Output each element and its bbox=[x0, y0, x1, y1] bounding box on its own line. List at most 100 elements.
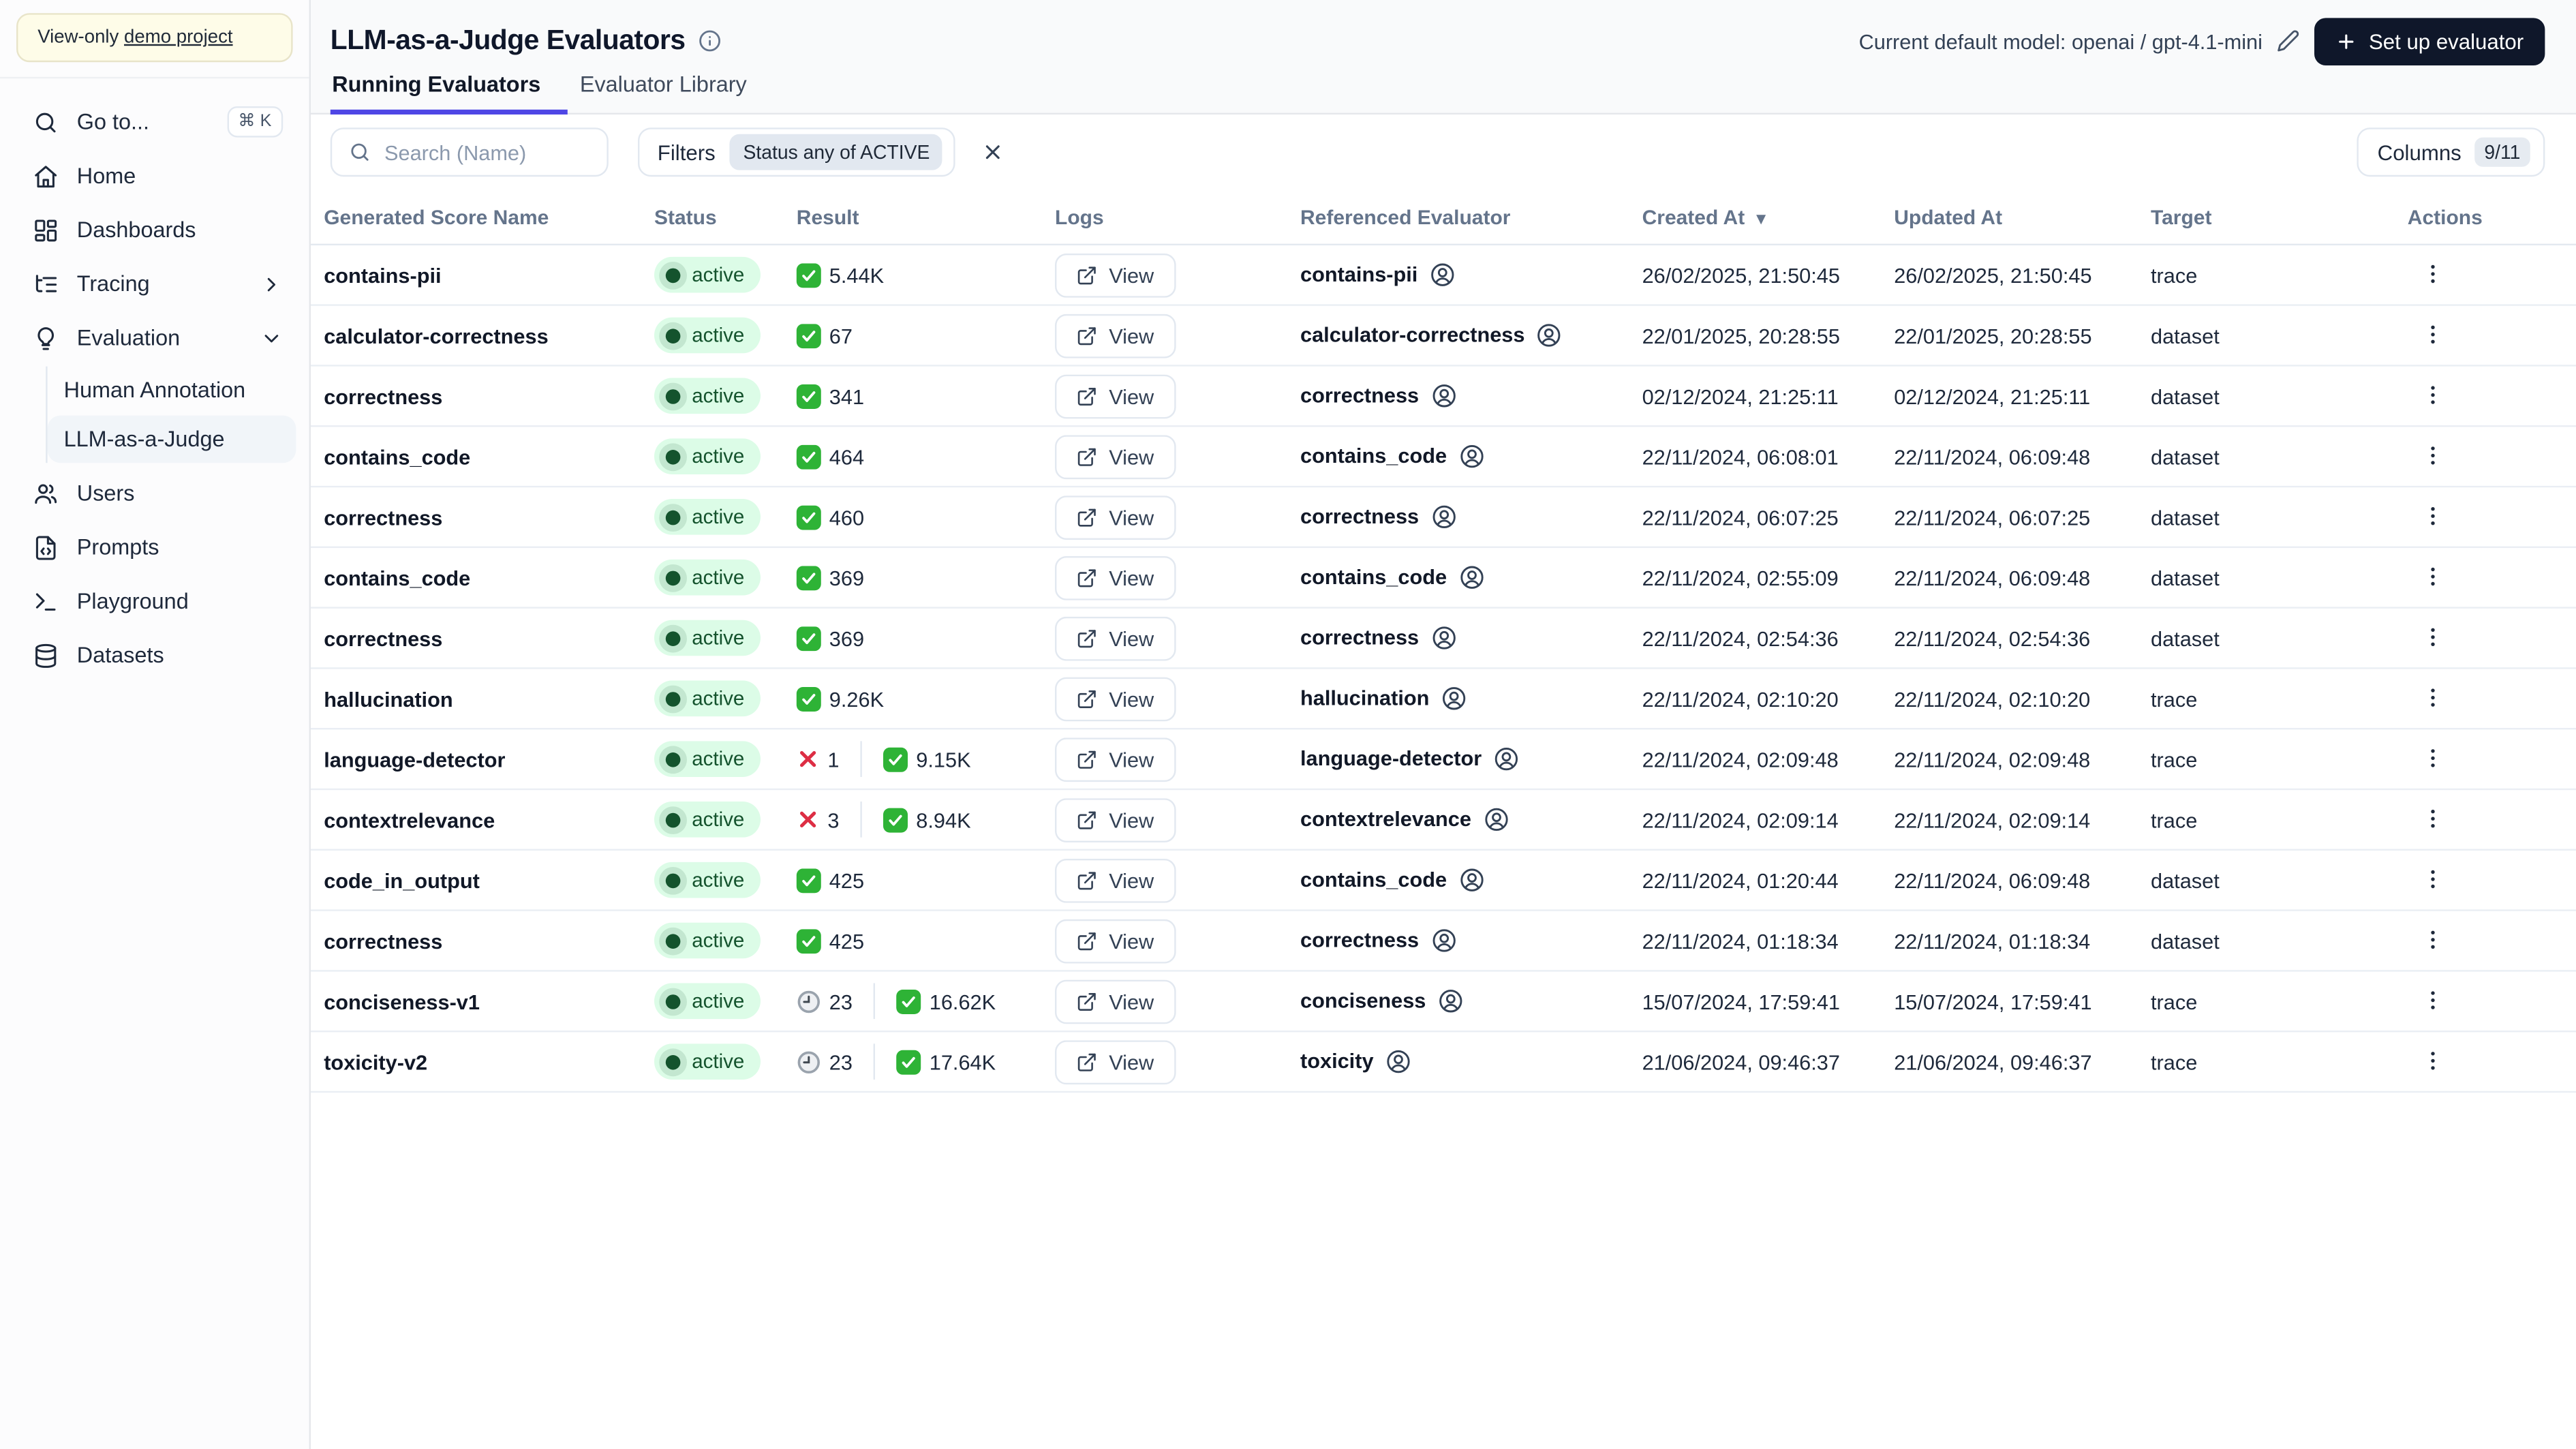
referenced-evaluator[interactable]: language-detector bbox=[1300, 745, 1519, 771]
row-actions-menu-button[interactable] bbox=[2411, 498, 2455, 535]
edit-model-icon[interactable] bbox=[2278, 29, 2301, 52]
row-actions-menu-button[interactable] bbox=[2411, 739, 2455, 777]
referenced-evaluator[interactable]: contains-pii bbox=[1300, 261, 1456, 287]
success-check-icon bbox=[896, 1049, 921, 1074]
view-logs-button[interactable]: View bbox=[1055, 434, 1176, 478]
sidebar-item-users[interactable]: Users bbox=[13, 466, 296, 520]
info-icon[interactable] bbox=[699, 29, 722, 52]
referenced-evaluator[interactable]: toxicity bbox=[1300, 1048, 1411, 1073]
status-cell: active bbox=[641, 1043, 784, 1080]
table-row[interactable]: correctness active 369 View correctness 22/11… bbox=[311, 609, 2576, 669]
table-row[interactable]: toxicity-v2 active 23 17.64K View toxicity 21/… bbox=[311, 1032, 2576, 1093]
referenced-evaluator[interactable]: correctness bbox=[1300, 927, 1456, 953]
referenced-evaluator[interactable]: correctness bbox=[1300, 624, 1456, 650]
result-success: 369 bbox=[796, 626, 864, 651]
tab-running-evaluators[interactable]: Running Evaluators bbox=[330, 69, 567, 115]
view-logs-button[interactable]: View bbox=[1055, 1039, 1176, 1084]
view-logs-button[interactable]: View bbox=[1055, 555, 1176, 600]
table-row[interactable]: contains-pii active 5.44K View contains-pii 2… bbox=[311, 245, 2576, 306]
row-actions-menu-button[interactable] bbox=[2411, 558, 2455, 595]
table-row[interactable]: conciseness-v1 active 23 16.62K View concisen… bbox=[311, 972, 2576, 1033]
view-logs-button[interactable]: View bbox=[1055, 918, 1176, 963]
view-logs-button[interactable]: View bbox=[1055, 313, 1176, 358]
referenced-evaluator[interactable]: calculator-correctness bbox=[1300, 322, 1563, 348]
table-row[interactable]: calculator-correctness active 67 View calcul… bbox=[311, 306, 2576, 367]
row-actions-menu-button[interactable] bbox=[2411, 800, 2455, 838]
view-logs-button[interactable]: View bbox=[1055, 857, 1176, 902]
status-badge: active bbox=[654, 680, 761, 717]
referenced-evaluator[interactable]: hallucination bbox=[1300, 684, 1467, 710]
tab-evaluator-library[interactable]: Evaluator Library bbox=[578, 69, 773, 113]
clear-filters-button[interactable] bbox=[976, 134, 1012, 170]
referenced-evaluator[interactable]: correctness bbox=[1300, 503, 1456, 529]
sidebar-item-prompts[interactable]: Prompts bbox=[13, 520, 296, 574]
tracing-icon bbox=[33, 271, 59, 296]
referenced-evaluator[interactable]: contains_code bbox=[1300, 866, 1484, 892]
table-row[interactable]: contains_code active 369 View contains_code 2… bbox=[311, 548, 2576, 609]
view-logs-button[interactable]: View bbox=[1055, 797, 1176, 842]
referenced-evaluator[interactable]: contains_code bbox=[1300, 564, 1484, 590]
sidebar-item-home[interactable]: Home bbox=[13, 149, 296, 202]
result-error: 3 bbox=[797, 807, 840, 832]
search-input[interactable] bbox=[384, 140, 591, 165]
table-row[interactable]: correctness active 460 View correctness 22/11… bbox=[311, 487, 2576, 549]
table-row[interactable]: code_in_output active 425 View contains_code… bbox=[311, 851, 2576, 911]
score-name: contains-pii bbox=[324, 262, 442, 288]
table-row[interactable]: correctness active 341 View correctness 02/12… bbox=[311, 367, 2576, 427]
status-dot-icon bbox=[665, 812, 681, 827]
result-divider bbox=[860, 741, 863, 777]
table-row[interactable]: contextrelevance active 3 8.94K View contextr… bbox=[311, 790, 2576, 851]
sidebar-item-llm-as-a-judge[interactable]: LLM-as-a-Judge bbox=[47, 415, 296, 463]
columns-button[interactable]: Columns 9/11 bbox=[2356, 127, 2545, 177]
row-actions-menu-button[interactable] bbox=[2411, 618, 2455, 656]
result-cell: 425 bbox=[784, 928, 1042, 953]
sidebar-item-go-to[interactable]: Go to... ⌘ K bbox=[13, 95, 296, 149]
prompts-icon bbox=[33, 534, 59, 560]
referenced-evaluator[interactable]: contains_code bbox=[1300, 442, 1484, 468]
view-logs-button[interactable]: View bbox=[1055, 495, 1176, 539]
referenced-evaluator[interactable]: correctness bbox=[1300, 382, 1456, 408]
table-row[interactable]: hallucination active 9.26K View hallucinatio… bbox=[311, 669, 2576, 730]
view-logs-button[interactable]: View bbox=[1055, 979, 1176, 1024]
row-actions-menu-button[interactable] bbox=[2411, 1042, 2455, 1080]
sidebar-item-dashboards[interactable]: Dashboards bbox=[13, 203, 296, 257]
table-row[interactable]: correctness active 425 View correctness 22/11… bbox=[311, 911, 2576, 972]
sidebar-item-evaluation[interactable]: Evaluation bbox=[13, 311, 296, 365]
view-logs-button[interactable]: View bbox=[1055, 252, 1176, 297]
created-at: 22/11/2024, 02:10:20 bbox=[1642, 686, 1839, 711]
referenced-evaluator[interactable]: contextrelevance bbox=[1300, 806, 1509, 832]
view-logs-label: View bbox=[1109, 807, 1154, 832]
table-row[interactable]: contains_code active 464 View contains_code 2… bbox=[311, 427, 2576, 488]
sidebar-item-human-annotation[interactable]: Human Annotation bbox=[48, 367, 296, 414]
row-actions-menu-button[interactable] bbox=[2411, 437, 2455, 474]
view-logs-button[interactable]: View bbox=[1055, 615, 1176, 660]
sidebar-item-datasets[interactable]: Datasets bbox=[13, 628, 296, 682]
set-up-evaluator-button[interactable]: Set up evaluator bbox=[2314, 17, 2545, 65]
row-actions-menu-button[interactable] bbox=[2411, 981, 2455, 1019]
view-logs-button[interactable]: View bbox=[1055, 737, 1176, 781]
created-at: 22/11/2024, 06:08:01 bbox=[1642, 444, 1839, 469]
demo-project-link[interactable]: demo project bbox=[124, 28, 233, 48]
row-actions-menu-button[interactable] bbox=[2411, 255, 2455, 292]
row-actions-menu-button[interactable] bbox=[2411, 860, 2455, 898]
column-header-created-at[interactable]: Created At ▼ bbox=[1629, 205, 1881, 228]
row-actions-menu-button[interactable] bbox=[2411, 921, 2455, 958]
sidebar-item-tracing[interactable]: Tracing bbox=[13, 257, 296, 311]
result-success: 341 bbox=[796, 383, 864, 408]
row-actions-menu-button[interactable] bbox=[2411, 679, 2455, 716]
toolbar: Filters Status any of ACTIVE Columns 9/1… bbox=[311, 115, 2576, 190]
view-logs-button[interactable]: View bbox=[1055, 676, 1176, 721]
referenced-evaluator[interactable]: conciseness bbox=[1300, 987, 1464, 1013]
filters-label: Filters bbox=[657, 140, 716, 165]
view-logs-button[interactable]: View bbox=[1055, 373, 1176, 418]
filters-button[interactable]: Filters Status any of ACTIVE bbox=[638, 127, 956, 177]
updated-at: 22/01/2025, 20:28:55 bbox=[1894, 323, 2092, 348]
column-header-logs: Logs bbox=[1042, 205, 1287, 228]
actions-cell bbox=[2395, 498, 2576, 537]
sidebar-item-playground[interactable]: Playground bbox=[13, 574, 296, 628]
row-actions-menu-button[interactable] bbox=[2411, 376, 2455, 414]
table-row[interactable]: language-detector active 1 9.15K View languag… bbox=[311, 729, 2576, 791]
user-circle-icon bbox=[1437, 987, 1463, 1013]
row-actions-menu-button[interactable] bbox=[2411, 316, 2455, 353]
success-check-icon bbox=[796, 383, 821, 408]
